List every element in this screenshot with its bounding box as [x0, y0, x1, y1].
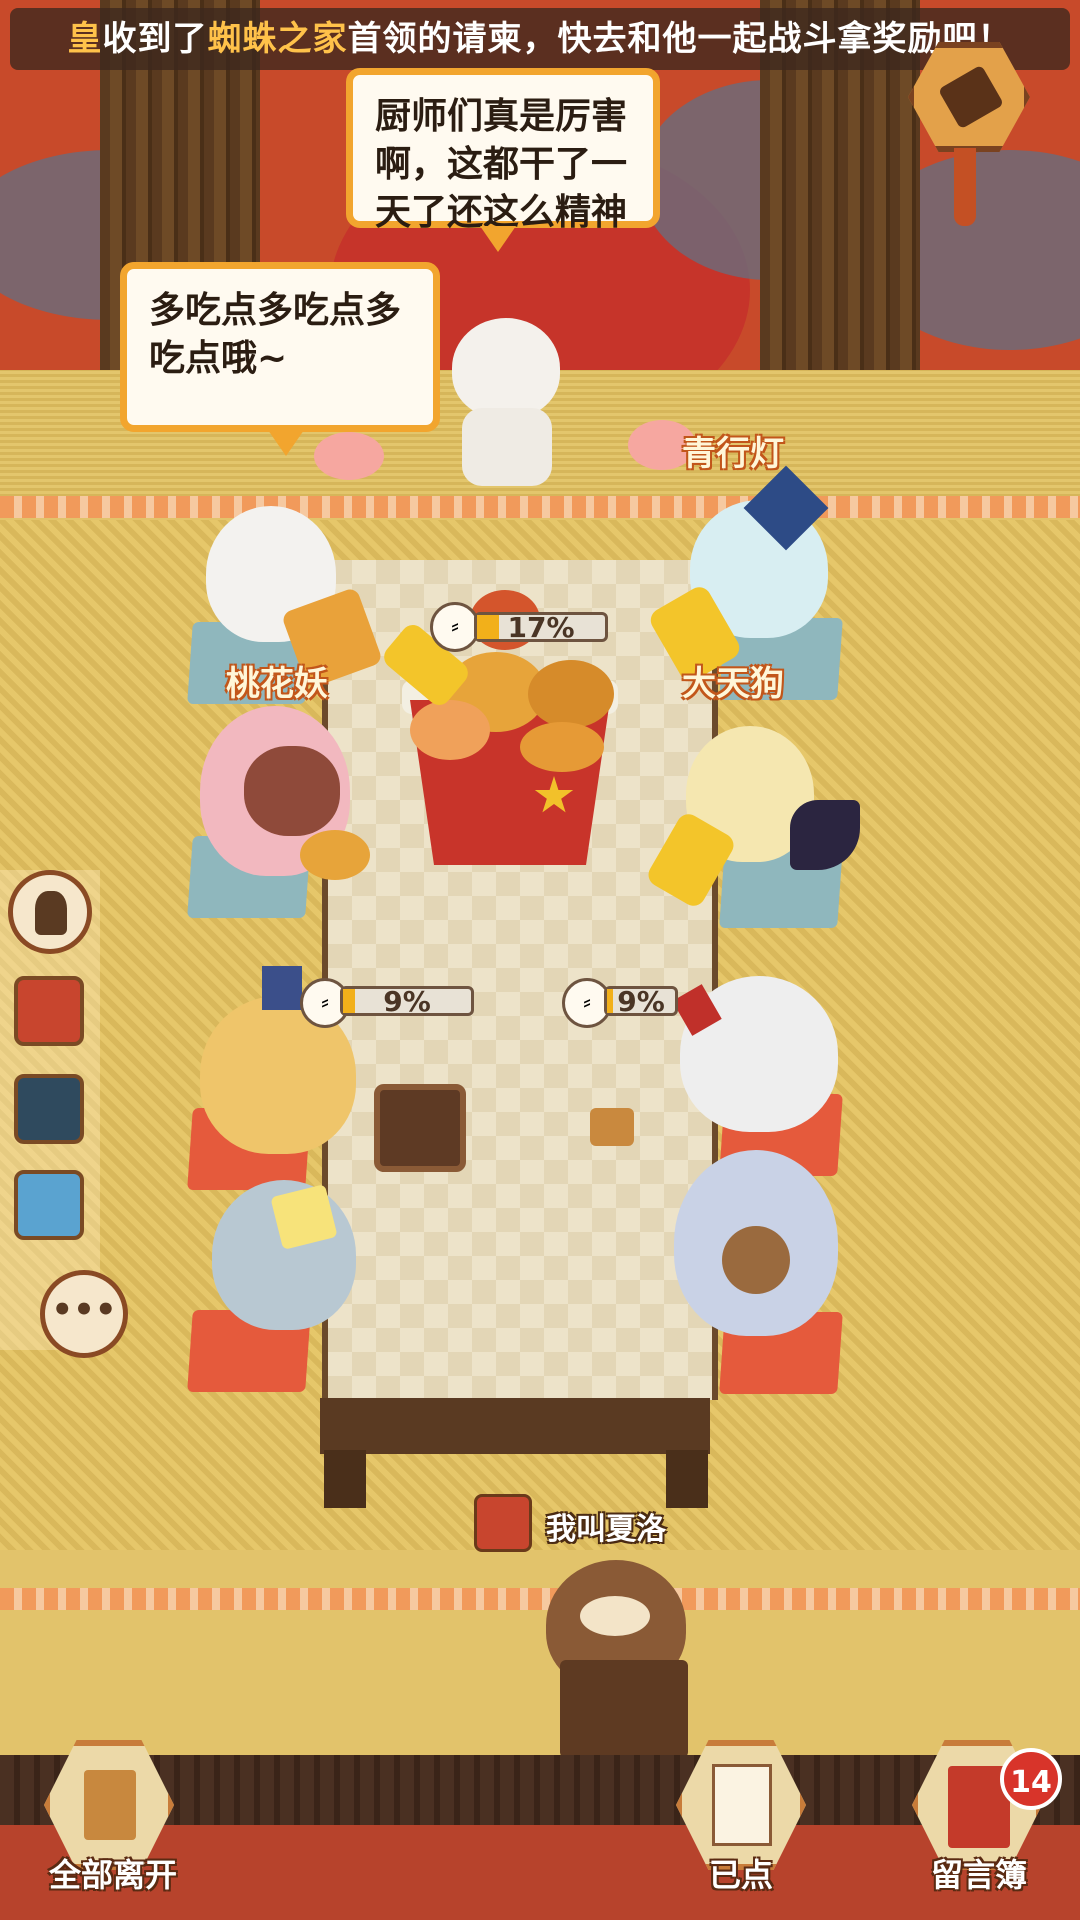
table-leg	[666, 1450, 708, 1508]
bubble-tail	[268, 430, 304, 456]
guest-hair	[244, 746, 340, 836]
host-avatar[interactable]	[474, 1494, 532, 1552]
progress-text: 9%	[617, 985, 665, 1018]
tatami-border	[0, 496, 1080, 518]
leave-all-label: 全部离开	[48, 1856, 177, 1894]
avatar-slot-3[interactable]	[14, 1170, 84, 1240]
guest-speech-text: 多吃点多吃点多吃点哦~	[149, 290, 402, 379]
hanging-tassel	[954, 148, 976, 226]
name-label-seigyoto: 青行灯	[682, 434, 784, 474]
guest-hat	[262, 966, 302, 1010]
fried-food	[528, 660, 614, 728]
bubble-tail	[480, 226, 516, 252]
name-label-peach: 桃花妖	[226, 664, 328, 704]
chef-hat-button[interactable]	[8, 870, 92, 954]
chef-speech-text: 厨师们真是厉害啊，这都干了一天了还这么精神	[375, 96, 628, 233]
guestbook-badge: 14	[1000, 1748, 1062, 1810]
banner-text: 首领的请柬，快去和他一起战斗拿奖励吧！	[347, 19, 1013, 59]
chef-character[interactable]	[452, 318, 560, 418]
host-podium	[560, 1660, 688, 1758]
progress-text: 9%	[383, 985, 431, 1018]
host-name-label: 我叫夏洛	[546, 1512, 666, 1547]
banner-text: 收到了	[102, 19, 208, 59]
table-edge	[320, 1398, 710, 1454]
guest-face	[722, 1226, 790, 1294]
flower-decor	[314, 432, 384, 480]
left-eat-progress: 9%	[340, 985, 474, 1018]
drumstick-food	[300, 830, 370, 880]
tatami-border	[0, 1588, 1080, 1610]
fried-food	[410, 700, 490, 760]
front-floor	[0, 1612, 1080, 1757]
small-dish	[590, 1108, 634, 1146]
banner-highlight: 蜘蛛之家	[207, 19, 348, 59]
avatar-slot-2[interactable]	[14, 1074, 84, 1144]
chopsticks-icon: ⸗	[430, 602, 480, 652]
empty-dish	[374, 1084, 466, 1172]
table-leg	[324, 1450, 366, 1508]
announcement-banner[interactable]: 皇收到了蜘蛛之家首领的请柬，快去和他一起战斗拿奖励吧！	[10, 8, 1070, 70]
chef-speech-bubble: 厨师们真是厉害啊，这都干了一天了还这么精神	[346, 68, 660, 233]
avatar-slot-1[interactable]	[14, 976, 84, 1046]
chef-body	[462, 408, 552, 486]
menu-list-icon	[712, 1764, 772, 1846]
guest-speech-bubble: 多吃点多吃点多吃点哦~	[120, 262, 440, 432]
door-icon	[84, 1770, 136, 1840]
name-label-tengu: 大天狗	[682, 664, 784, 704]
more-icon: •••	[51, 1290, 117, 1330]
drumstick-food	[520, 722, 604, 772]
guestbook-label: 留言簿	[930, 1856, 1027, 1894]
right-eat-progress: 9%	[604, 985, 678, 1018]
chef-hat-icon	[35, 891, 67, 935]
center-eat-progress: 17%	[474, 611, 608, 644]
progress-text: 17%	[507, 611, 575, 644]
host-face	[580, 1596, 650, 1636]
more-button[interactable]: •••	[40, 1270, 128, 1358]
hammer-icon	[937, 64, 1005, 130]
ordered-label: 已点	[708, 1856, 773, 1894]
banner-left-fragment: 皇	[67, 19, 103, 59]
